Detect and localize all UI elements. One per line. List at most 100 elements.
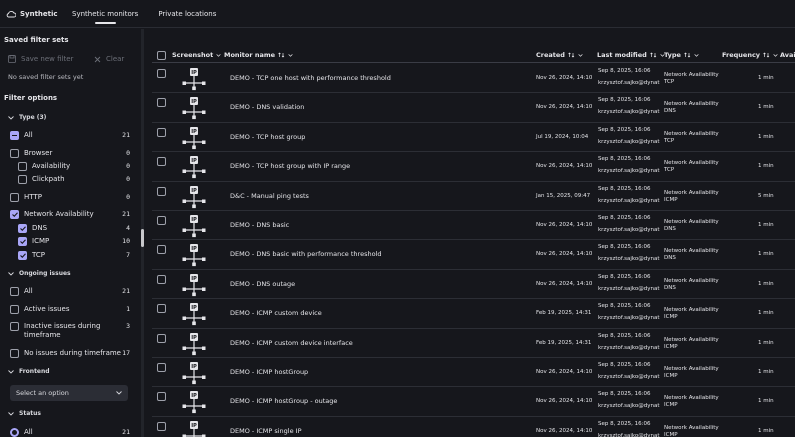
filter-issues-all[interactable]: All 21 <box>10 287 130 296</box>
monitor-name[interactable]: DEMO - DNS validation <box>230 103 304 111</box>
last-modified-date: Sep 8, 2025, 16:06 <box>598 420 651 427</box>
filter-type-network-availability[interactable]: Network Availability 21 <box>10 210 130 219</box>
table-row[interactable]: IP DEMO - DNS basic Nov 26, 2024, 14:10 Sep… <box>152 211 795 241</box>
status-group-header[interactable]: Status <box>8 410 41 417</box>
indeterminate-checkbox[interactable] <box>10 131 19 140</box>
filter-type-tcp[interactable]: TCP 7 <box>18 251 130 260</box>
app-title[interactable]: Synthetic <box>0 10 62 18</box>
svg-text:IP: IP <box>191 247 197 253</box>
checkbox[interactable] <box>10 287 19 296</box>
tab-label: Private locations <box>158 9 217 18</box>
checked-checkbox[interactable] <box>10 210 19 219</box>
type-group-header[interactable]: Type (3) <box>8 114 46 121</box>
checkbox[interactable] <box>10 305 19 314</box>
column-screenshot[interactable]: Screenshot <box>172 51 221 59</box>
table-row[interactable]: IP DEMO - TCP one host with performance t… <box>152 64 795 94</box>
row-checkbox[interactable] <box>157 69 166 78</box>
filter-type-dns[interactable]: DNS 4 <box>18 224 130 233</box>
monitor-name[interactable]: DEMO - ICMP custom device interface <box>230 339 353 347</box>
row-checkbox[interactable] <box>157 186 166 196</box>
monitor-name[interactable]: D&C - Manual ping tests <box>230 192 309 200</box>
column-monitor-name[interactable]: Monitor name <box>224 51 293 59</box>
column-availability[interactable]: Avail <box>780 51 795 59</box>
column-label: Screenshot <box>172 51 214 59</box>
monitor-name[interactable]: DEMO - ICMP hostGroup <box>230 368 308 376</box>
table-row[interactable]: IP DEMO - ICMP single IP Nov 26, 2024, 14:… <box>152 417 795 437</box>
last-modified-date: Sep 8, 2025, 16:06 <box>598 332 651 339</box>
table-row[interactable]: IP DEMO - DNS validation Nov 26, 2024, 14:… <box>152 93 795 123</box>
row-checkbox[interactable] <box>157 157 166 167</box>
column-type[interactable]: Type <box>664 51 699 59</box>
monitor-name[interactable]: DEMO - DNS outage <box>230 280 295 288</box>
monitor-name[interactable]: DEMO - DNS basic <box>230 221 289 229</box>
checkbox[interactable] <box>18 162 27 171</box>
filter-type-all[interactable]: All 21 <box>10 131 130 140</box>
column-created[interactable]: Created <box>536 51 583 59</box>
ongoing-issues-group-header[interactable]: Ongoing issues <box>8 270 71 277</box>
network-monitor-icon: IP <box>182 155 206 179</box>
last-modified-user: krzysztof.sajko@dynat <box>598 344 660 351</box>
row-checkbox[interactable] <box>157 127 166 137</box>
row-checkbox[interactable] <box>157 392 166 402</box>
table-row[interactable]: IP D&C - Manual ping tests Jan 15, 2025, 0… <box>152 182 795 211</box>
row-checkbox[interactable] <box>157 363 166 372</box>
row-checkbox[interactable] <box>157 216 166 225</box>
monitor-name[interactable]: DEMO - ICMP hostGroup - outage <box>230 397 337 405</box>
filter-type-http[interactable]: HTTP 0 <box>10 193 130 202</box>
monitor-name[interactable]: DEMO - ICMP single IP <box>230 427 302 435</box>
table-row[interactable]: IP DEMO - DNS outage Nov 26, 2024, 14:10 Se… <box>152 270 795 300</box>
table-row[interactable]: IP DEMO - ICMP custom device interface Feb… <box>152 329 795 358</box>
checked-checkbox[interactable] <box>18 251 27 260</box>
filter-type-clickpath[interactable]: Clickpath 0 <box>18 175 130 184</box>
filter-type-availability[interactable]: Availability 0 <box>18 162 130 171</box>
chevron-down-icon <box>116 391 122 395</box>
table-row[interactable]: IP DEMO - ICMP hostGroup - outage Nov 26, … <box>152 387 795 417</box>
filter-issues-inactive[interactable]: Inactive issues during timeframe 3 <box>10 322 130 340</box>
table-row[interactable]: IP DEMO - ICMP custom device Feb 19, 2025,… <box>152 299 795 329</box>
monitor-name[interactable]: DEMO - TCP one host with performance thr… <box>230 74 391 82</box>
frequency: 1 min <box>758 222 774 228</box>
checkbox[interactable] <box>18 175 27 184</box>
clear-button[interactable]: Clear <box>94 55 124 63</box>
filter-status-all[interactable]: All 21 <box>10 428 130 437</box>
table-row[interactable]: IP DEMO - TCP host group with IP range Nov… <box>152 152 795 182</box>
table-row[interactable]: IP DEMO - ICMP hostGroup Nov 26, 2024, 14:… <box>152 358 795 388</box>
checkbox[interactable] <box>10 149 19 158</box>
monitor-name[interactable]: DEMO - TCP host group <box>230 133 305 141</box>
radio-button[interactable] <box>10 428 19 437</box>
checkbox[interactable] <box>10 193 19 202</box>
save-new-filter-button[interactable]: Save new filter <box>8 55 73 63</box>
select-all-checkbox[interactable] <box>157 51 166 60</box>
checked-checkbox[interactable] <box>18 237 27 246</box>
row-checkbox[interactable] <box>157 274 166 284</box>
frontend-group-header[interactable]: Frontend <box>8 368 50 375</box>
row-checkbox[interactable] <box>157 333 166 343</box>
monitor-subtype: TCP <box>664 79 675 85</box>
monitor-name[interactable]: DEMO - TCP host group with IP range <box>230 162 350 170</box>
last-modified-date: Sep 8, 2025, 16:06 <box>598 156 651 163</box>
table-row[interactable]: IP DEMO - DNS basic with performance thre… <box>152 240 795 270</box>
table-row[interactable]: IP DEMO - TCP host group Jul 19, 2024, 10:… <box>152 123 795 153</box>
monitor-name[interactable]: DEMO - DNS basic with performance thresh… <box>230 250 381 258</box>
frontend-select[interactable]: Select an option <box>10 385 128 401</box>
filter-type-browser[interactable]: Browser 0 <box>10 149 130 158</box>
network-monitor-icon: IP <box>182 390 206 414</box>
row-checkbox[interactable] <box>157 304 166 314</box>
row-checkbox[interactable] <box>157 421 166 431</box>
filter-count: 21 <box>122 131 130 139</box>
row-checkbox[interactable] <box>157 98 166 108</box>
checkbox[interactable] <box>10 322 19 331</box>
filter-issues-none[interactable]: No issues during timeframe 17 <box>10 349 130 358</box>
sidebar-scrollbar-thumb[interactable] <box>141 229 144 247</box>
tab-private-locations[interactable]: Private locations <box>148 0 226 28</box>
column-frequency[interactable]: Frequency <box>722 51 778 59</box>
filter-issues-active[interactable]: Active issues 1 <box>10 305 130 314</box>
filter-type-icmp[interactable]: ICMP 10 <box>18 237 130 246</box>
checkbox[interactable] <box>10 349 19 358</box>
tab-synthetic-monitors[interactable]: Synthetic monitors <box>62 0 148 28</box>
monitor-name[interactable]: DEMO - ICMP custom device <box>230 309 322 317</box>
last-modified-date: Sep 8, 2025, 16:06 <box>598 126 651 133</box>
column-last-modified[interactable]: Last modified <box>597 51 665 59</box>
checked-checkbox[interactable] <box>18 224 27 233</box>
row-checkbox[interactable] <box>157 245 166 255</box>
